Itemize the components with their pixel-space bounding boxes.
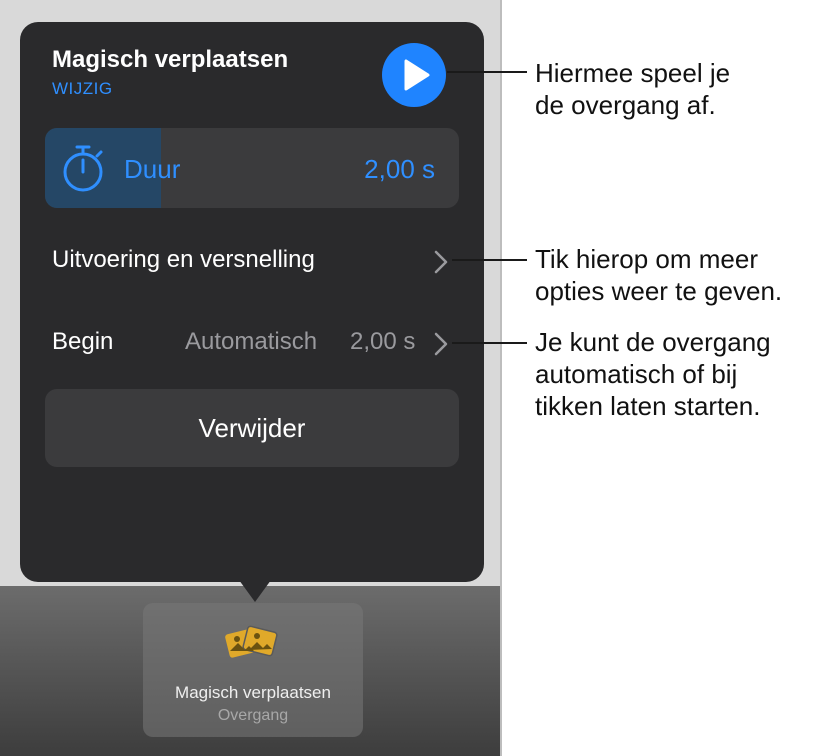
transition-tile[interactable]: Magisch verplaatsen Overgang [143,603,363,737]
tile-title: Magisch verplaatsen [175,683,331,702]
popover-title: Magisch verplaatsen [52,46,289,73]
callout-play-line: de overgang af. [535,90,716,120]
duration-slider[interactable]: Duur 2,00 s [45,128,459,208]
callout-options: Tik hierop om meer opties weer te geven. [535,243,782,307]
callout-line-start [452,342,527,344]
duration-value: 2,00 s [364,154,435,184]
delete-label: Verwijder [198,413,306,443]
tile-subtitle: Overgang [217,707,289,724]
transition-popover: Magisch verplaatsen WIJZIG Duur 2,00 s U… [20,22,484,582]
play-button[interactable] [382,43,446,107]
play-icon [404,59,430,91]
start-delay-value: 2,00 s [350,328,416,355]
callout-options-line: opties weer te geven. [535,276,783,306]
photos-icon [225,625,278,658]
delete-button[interactable]: Verwijder [45,389,459,467]
callout-play: Hiermee speel je de overgang af. [535,57,730,121]
callout-play-line: Hiermee speel je [535,58,731,88]
device-edge [500,0,502,756]
duration-label: Duur [124,154,181,184]
device-screen: Magisch verplaatsen Overgang Magisch ver… [0,0,500,756]
stopwatch-icon [63,145,103,192]
start-row-label[interactable]: Begin [52,328,113,356]
speed-row-label[interactable]: Uitvoering en versnelling [52,246,315,274]
edit-link[interactable]: WIJZIG [52,79,113,99]
callout-start-line: tikken laten starten. [535,391,761,421]
transition-bar: Magisch verplaatsen Overgang [0,586,500,756]
callout-line-options [452,259,527,261]
callout-start-line: Je kunt de overgang [535,327,771,357]
callout-line-play [447,71,527,73]
callout-start: Je kunt de overgang automatisch of bij t… [535,326,771,422]
start-mode-value: Automatisch [185,328,318,355]
chevron-right-icon[interactable] [432,330,450,358]
chevron-right-icon[interactable] [432,248,450,276]
callout-start-line: automatisch of bij [535,359,738,389]
popover-arrow [239,580,271,602]
callout-options-line: Tik hierop om meer [535,244,758,274]
